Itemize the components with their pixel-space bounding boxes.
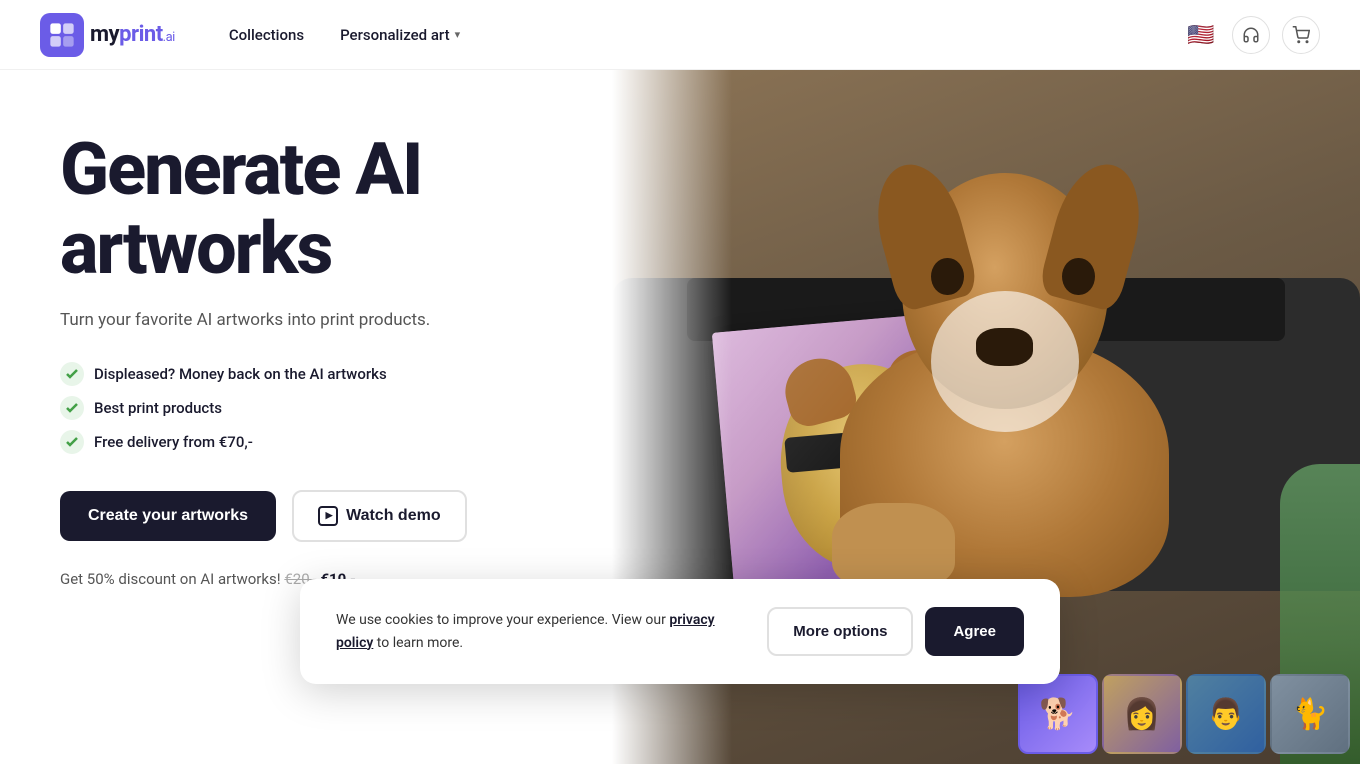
create-artworks-button[interactable]: Create your artworks xyxy=(60,491,276,541)
hero-buttons: Create your artworks ▶ Watch demo xyxy=(60,490,647,542)
cookie-banner: We use cookies to improve your experienc… xyxy=(300,579,1060,684)
navbar: myprint.ai Collections Personalized art … xyxy=(0,0,1360,70)
hero-subtitle: Turn your favorite AI artworks into prin… xyxy=(60,308,647,334)
more-options-button[interactable]: More options xyxy=(767,607,913,656)
feature-free-delivery: Free delivery from €70,- xyxy=(60,430,647,454)
hero-title: Generate AI artworks xyxy=(60,130,647,288)
features-list: Displeased? Money back on the AI artwork… xyxy=(60,362,647,454)
logo-icon xyxy=(40,13,84,57)
check-icon-money-back xyxy=(60,362,84,386)
logo-text: myprint.ai xyxy=(90,22,175,47)
nav-right: 🇺🇸 xyxy=(1182,16,1320,54)
feature-money-back: Displeased? Money back on the AI artwork… xyxy=(60,362,647,386)
cookie-text: We use cookies to improve your experienc… xyxy=(336,609,747,654)
check-icon-best-print xyxy=(60,396,84,420)
thumbnail-woman[interactable]: 👩 xyxy=(1102,674,1182,754)
dog-figure xyxy=(799,126,1210,598)
thumbnail-cat[interactable]: 🐈 xyxy=(1270,674,1350,754)
check-icon-free-delivery xyxy=(60,430,84,454)
thumbnail-dog[interactable]: 🐕 xyxy=(1018,674,1098,754)
privacy-policy-link[interactable]: privacy policy xyxy=(336,612,715,650)
cookie-buttons: More options Agree xyxy=(767,607,1024,656)
cart-icon[interactable] xyxy=(1282,16,1320,54)
play-icon: ▶ xyxy=(318,506,338,526)
logo[interactable]: myprint.ai xyxy=(40,13,175,57)
feature-best-print: Best print products xyxy=(60,396,647,420)
nav-links: Collections Personalized art ▾ xyxy=(215,18,1182,52)
nav-item-personalized-art[interactable]: Personalized art ▾ xyxy=(326,18,474,52)
chevron-down-icon: ▾ xyxy=(455,28,461,41)
headphones-icon[interactable] xyxy=(1232,16,1270,54)
thumbnail-strip: 🐕 👩 👨 🐈 xyxy=(1008,664,1360,764)
watch-demo-button[interactable]: ▶ Watch demo xyxy=(292,490,467,542)
thumbnail-man[interactable]: 👨 xyxy=(1186,674,1266,754)
agree-button[interactable]: Agree xyxy=(925,607,1024,656)
language-selector[interactable]: 🇺🇸 xyxy=(1182,16,1220,54)
nav-item-collections[interactable]: Collections xyxy=(215,18,318,52)
